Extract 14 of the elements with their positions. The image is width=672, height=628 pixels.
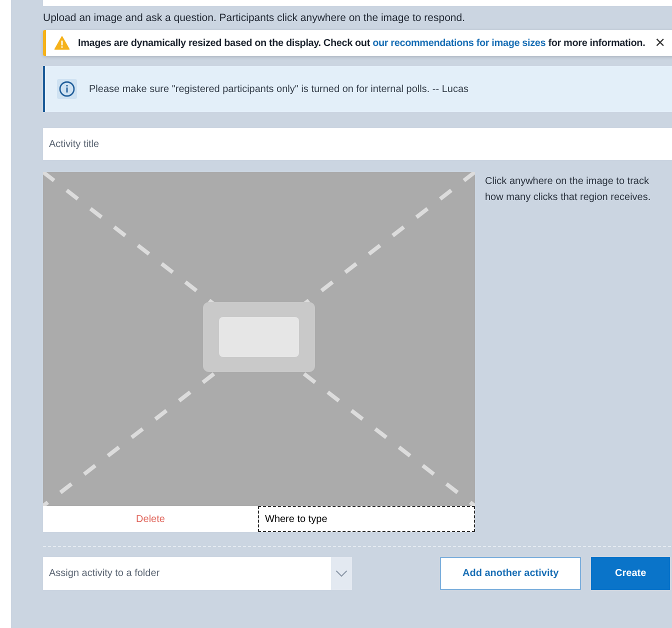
warning-text: Images are dynamically resized based on the display. Check out our recommendations for image sizes for more information. [78, 38, 646, 48]
add-activity-button[interactable]: Add another activity [440, 557, 582, 590]
intro-text: Upload an image and ask a question. Participants click anywhere on the image to respond. [43, 12, 466, 24]
close-button[interactable]: × [653, 36, 668, 50]
activity-title-field[interactable]: Activity title [43, 128, 672, 160]
info-icon [57, 79, 77, 99]
create-button[interactable]: Create [591, 557, 670, 590]
info-text: Please make sure "registered participants only" is turned on for internal polls. -- Lucas [89, 84, 469, 94]
warning-icon [54, 36, 70, 50]
hint-text: Click anywhere on the image to track how many clicks that region receives. [485, 175, 652, 205]
folder-select[interactable]: Assign activity to a folder [43, 557, 352, 590]
answer-field[interactable]: Where to type [258, 506, 475, 532]
recommendations-link[interactable]: our recommendations for image sizes [372, 38, 546, 48]
chevron-down-icon [335, 570, 348, 577]
